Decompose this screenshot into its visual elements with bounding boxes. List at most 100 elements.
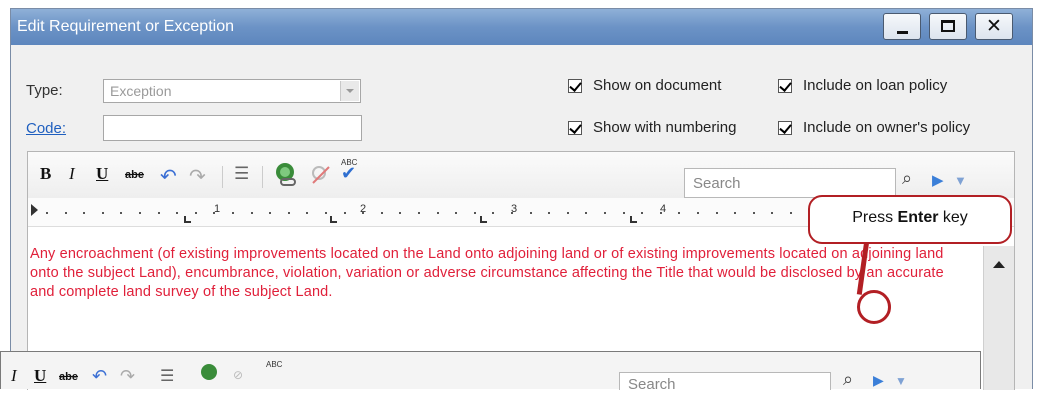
chevron-down-icon[interactable]	[340, 81, 359, 101]
include-on-owners-policy-checkbox[interactable]: Include on owner's policy	[778, 119, 970, 136]
unlink-icon[interactable]	[309, 163, 333, 187]
unlink-icon[interactable]: ⊘	[233, 368, 243, 382]
maximize-button[interactable]	[929, 13, 967, 40]
vertical-scrollbar[interactable]	[983, 246, 1014, 390]
ruler-tick	[437, 212, 439, 214]
ruler-tick	[418, 212, 420, 214]
search-input[interactable]: Search	[684, 168, 896, 198]
columns-icon[interactable]: ☰	[234, 164, 249, 184]
ruler-tick	[288, 212, 290, 214]
ruler-tick	[381, 212, 383, 214]
tab-stop-icon[interactable]	[184, 216, 191, 223]
requirement-text[interactable]: Any encroachment (of existing improvemen…	[30, 245, 970, 302]
ruler-tick	[641, 212, 643, 214]
show-on-document-checkbox[interactable]: Show on document	[568, 77, 721, 94]
ruler-tick	[734, 212, 736, 214]
checkbox-checked-icon[interactable]	[778, 120, 792, 135]
code-input[interactable]	[103, 115, 362, 141]
minimize-button[interactable]	[883, 13, 921, 40]
checkbox-label: Include on loan policy	[803, 77, 948, 94]
scroll-up-icon[interactable]	[993, 255, 1005, 268]
ruler-tick	[213, 212, 215, 214]
ruler-tick	[530, 212, 532, 214]
redo-icon[interactable]: ↷	[189, 164, 206, 189]
ruler-tick	[120, 212, 122, 214]
checkbox-checked-icon[interactable]	[568, 120, 582, 135]
tab-stop-icon[interactable]	[630, 216, 637, 223]
ruler-tick	[399, 212, 401, 214]
ruler-tick	[585, 212, 587, 214]
ruler-tick	[158, 212, 160, 214]
checkbox-checked-icon[interactable]	[778, 78, 792, 93]
strikethrough-button[interactable]: abe	[125, 169, 144, 181]
ruler-tick	[697, 212, 699, 214]
ruler-tick	[306, 212, 308, 214]
spellcheck-button[interactable]: ABC ✔	[341, 158, 357, 184]
callout-key: Enter	[897, 209, 939, 226]
press-enter-callout: Press Enter key	[808, 195, 1012, 244]
ruler-tick	[492, 212, 494, 214]
maximize-icon	[941, 20, 955, 32]
type-select[interactable]: Exception	[103, 79, 361, 103]
ruler-tick	[46, 212, 48, 214]
toolbar-divider	[222, 166, 223, 188]
spellcheck-label[interactable]: ABC	[266, 360, 282, 369]
ruler-tick	[344, 212, 346, 214]
title-bar[interactable]: Edit Requirement or Exception ✕	[11, 9, 1032, 45]
spellcheck-icon: ✔	[341, 163, 357, 183]
window-title: Edit Requirement or Exception	[17, 18, 234, 35]
ruler-tick	[139, 212, 141, 214]
search-placeholder: Search	[693, 175, 741, 192]
checkbox-label: Show on document	[593, 77, 722, 94]
ruler-tick	[325, 212, 327, 214]
ruler-tick	[269, 212, 271, 214]
link-icon[interactable]	[201, 364, 217, 380]
checkbox-label: Show with numbering	[593, 119, 737, 136]
include-on-loan-policy-checkbox[interactable]: Include on loan policy	[778, 77, 947, 94]
redo-icon[interactable]: ↷	[120, 366, 135, 387]
link-icon[interactable]	[273, 161, 299, 189]
ruler-tick	[511, 212, 513, 214]
search-input[interactable]: Search	[619, 372, 831, 393]
code-link[interactable]: Code:	[26, 120, 66, 137]
strikethrough-button[interactable]: abe	[59, 371, 78, 383]
find-icon[interactable]: ⌕	[902, 168, 912, 189]
ruler-tick	[83, 212, 85, 214]
type-select-value: Exception	[110, 83, 172, 99]
close-icon: ✕	[986, 16, 1002, 37]
dropdown-icon[interactable]: ▼	[895, 374, 907, 388]
ruler-tick	[604, 212, 606, 214]
tab-stop-icon[interactable]	[330, 216, 337, 223]
ruler-tick	[716, 212, 718, 214]
italic-button[interactable]: I	[69, 164, 75, 184]
ruler-tick	[771, 212, 773, 214]
ruler-tick	[678, 212, 680, 214]
indent-marker-icon[interactable]	[31, 204, 39, 216]
checkbox-checked-icon[interactable]	[568, 78, 582, 93]
checkbox-label: Include on owner's policy	[803, 119, 971, 136]
callout-text: Press Enter key	[810, 209, 1010, 227]
dropdown-icon[interactable]: ▼	[954, 173, 967, 188]
toolbar-divider	[262, 166, 263, 188]
play-icon[interactable]: ▶	[932, 171, 944, 189]
ruler-tick	[660, 212, 662, 214]
show-with-numbering-checkbox[interactable]: Show with numbering	[568, 119, 736, 136]
ruler-tick	[790, 212, 792, 214]
underline-button[interactable]: U	[96, 164, 108, 184]
ruler-tick	[567, 212, 569, 214]
ruler-tick	[251, 212, 253, 214]
ruler-tick	[65, 212, 67, 214]
undo-icon[interactable]: ↶	[92, 366, 107, 387]
bold-button[interactable]: B	[40, 164, 51, 184]
editor-window-after: I U abe ↶ ↷ ☰ ⊘ ABC Search ⌕ ▶ ▼	[0, 351, 981, 393]
underline-button[interactable]: U	[34, 366, 46, 386]
ruler-tick	[474, 212, 476, 214]
italic-button[interactable]: I	[11, 366, 17, 386]
play-icon[interactable]: ▶	[873, 372, 884, 389]
close-button[interactable]: ✕	[975, 13, 1013, 40]
ruler-tick	[176, 212, 178, 214]
columns-icon[interactable]: ☰	[160, 366, 174, 386]
tab-stop-icon[interactable]	[480, 216, 487, 223]
find-icon[interactable]: ⌕	[843, 369, 853, 390]
undo-icon[interactable]: ↶	[160, 164, 177, 189]
